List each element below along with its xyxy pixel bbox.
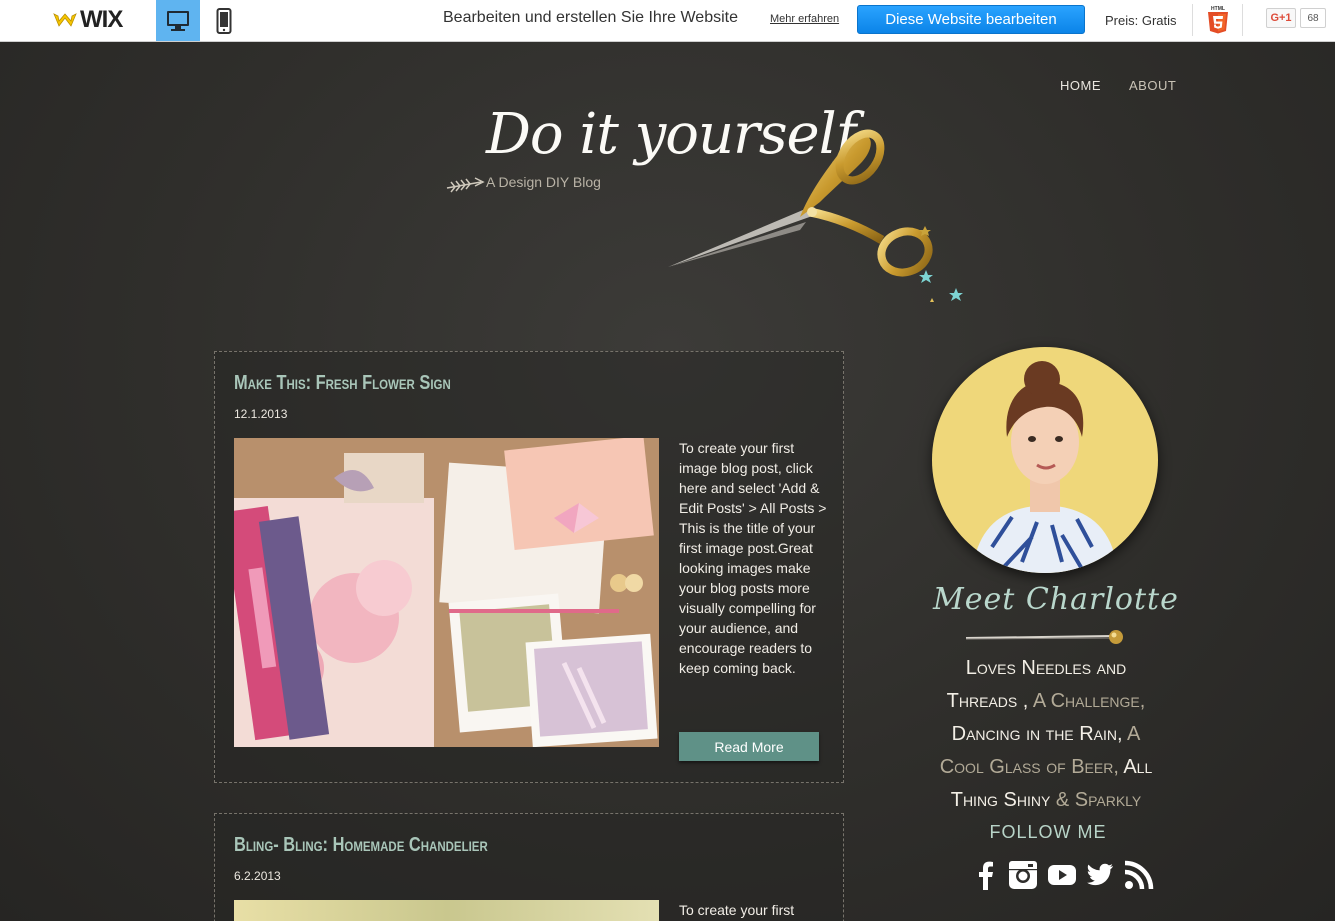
rss-icon[interactable] [1124, 860, 1154, 890]
learn-more-link[interactable]: Mehr erfahren [770, 13, 839, 25]
divider [1242, 4, 1243, 36]
follow-me-label: FOLLOW ME [989, 822, 1107, 842]
html5-icon[interactable]: HTML [1207, 4, 1229, 34]
youtube-icon[interactable] [1048, 860, 1076, 890]
mobile-phone-icon [216, 7, 232, 34]
facebook-icon[interactable] [972, 860, 998, 890]
desktop-icon [167, 10, 189, 31]
google-plus-button[interactable]: G+1 [1266, 8, 1296, 28]
author-portrait-image [932, 347, 1158, 573]
bio-fragment: A Challenge, [1032, 690, 1146, 712]
social-links [972, 860, 1154, 890]
price-label: Preis: Gratis [1105, 13, 1177, 28]
post-image[interactable] [234, 900, 659, 921]
bio-fragment: & Sparkly [1055, 789, 1142, 811]
wix-logo-text: WIX [80, 6, 123, 33]
google-plus-count: 68 [1300, 8, 1326, 28]
wix-logo[interactable]: WIX [52, 6, 123, 34]
bio-fragment: Dancing in the Rain, [951, 723, 1123, 745]
blog-post-card: Make This: Fresh Flower Sign 12.1.2013 T… [214, 351, 844, 783]
site-canvas: HOME ABOUT Do it yourself A Design DIY B… [0, 42, 1335, 921]
sidebar-heading: Meet Charlotte [933, 582, 1179, 617]
mobile-view-button[interactable] [202, 0, 246, 41]
svg-text:HTML: HTML [1211, 6, 1225, 12]
instagram-icon[interactable] [1008, 860, 1038, 890]
post-excerpt: To create your first [679, 902, 795, 918]
post-date: 12.1.2013 [234, 407, 288, 421]
post-excerpt: To create your first image blog post, cl… [679, 440, 827, 676]
post-title[interactable]: Make This: Fresh Flower Sign [234, 372, 451, 395]
site-subtitle: A Design DIY Blog [486, 174, 601, 190]
author-avatar[interactable] [932, 347, 1158, 573]
post-title[interactable]: Bling- Bling: Homemade Chandelier [234, 834, 488, 857]
author-bio: Loves Needles and Threads , A Challenge,… [930, 652, 1162, 817]
nav-home[interactable]: HOME [1060, 78, 1101, 93]
twitter-icon[interactable] [1086, 860, 1114, 890]
pin-divider-icon [965, 630, 1123, 644]
edit-website-button[interactable]: Diese Website bearbeiten [857, 5, 1085, 34]
craft-collage-image [234, 438, 659, 747]
nav-about[interactable]: ABOUT [1129, 78, 1176, 93]
wix-crown-icon [53, 13, 77, 27]
divider [1192, 4, 1193, 36]
main-nav: HOME ABOUT [1060, 78, 1176, 93]
arrow-ornament-icon [446, 177, 485, 193]
scissors-illustration [668, 129, 963, 302]
post-date: 6.2.2013 [234, 869, 281, 883]
promo-text: Bearbeiten und erstellen Sie Ihre Websit… [443, 9, 738, 26]
blog-post-card: Bling- Bling: Homemade Chandelier 6.2.20… [214, 813, 844, 921]
read-more-button[interactable]: Read More [679, 732, 819, 761]
wix-top-bar: WIX Bearbeiten und erstellen Sie Ihre We… [0, 0, 1335, 42]
desktop-view-button[interactable] [156, 0, 200, 41]
post-image[interactable] [234, 438, 659, 747]
google-plus-widget: G+1 68 [1266, 8, 1326, 28]
